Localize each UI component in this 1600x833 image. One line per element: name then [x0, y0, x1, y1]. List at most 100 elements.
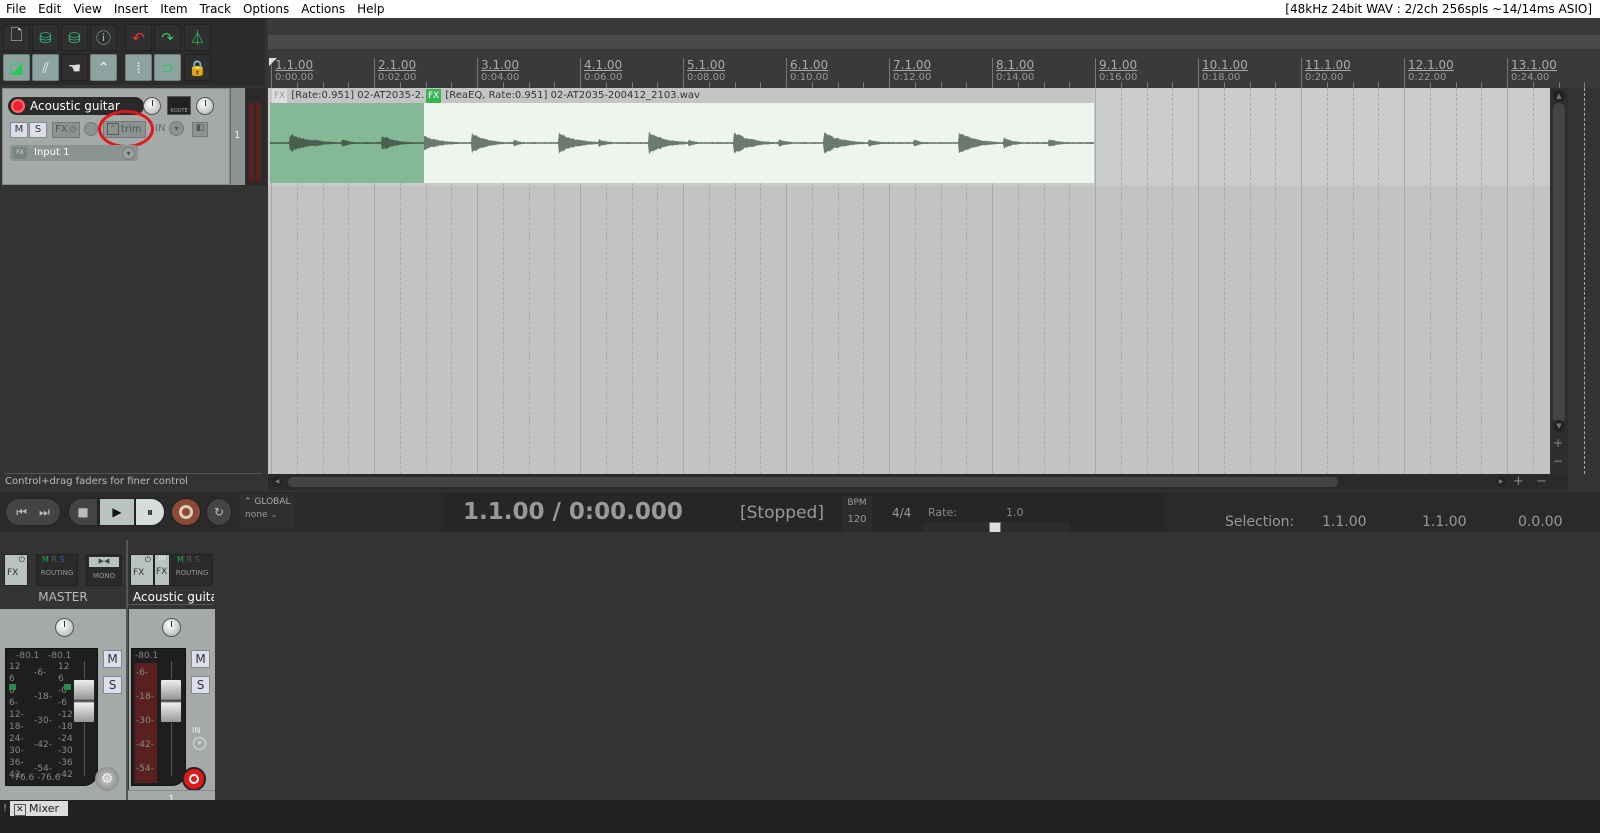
master-fx-button[interactable]: ⏻ FX — [4, 554, 28, 586]
settings-gear-icon[interactable]: ⚙ — [95, 767, 119, 791]
menu-insert[interactable]: Insert — [108, 0, 154, 18]
lock-toggle[interactable]: 🔒 — [184, 54, 211, 81]
route-button[interactable]: ROUTE — [167, 96, 191, 115]
save-project-button[interactable]: ⛁ — [61, 24, 88, 51]
menu-edit[interactable]: Edit — [32, 0, 67, 18]
region-lane[interactable] — [268, 35, 1600, 49]
input-fx-icon[interactable]: FX — [13, 147, 27, 159]
time-signature[interactable]: 4/4 — [892, 506, 911, 520]
project-settings-button[interactable]: ⓘ — [90, 24, 117, 51]
zoom-out-vertical-button[interactable]: − — [1553, 454, 1563, 468]
envelope-points-toggle[interactable]: ⌃ — [90, 54, 117, 81]
menu-item[interactable]: Item — [154, 0, 193, 18]
open-project-button[interactable]: ⛁ — [32, 24, 59, 51]
track-mute-button[interactable]: M — [191, 650, 210, 668]
menu-actions[interactable]: Actions — [295, 0, 351, 18]
selection-length[interactable]: 0.0.00 — [1518, 514, 1563, 530]
bpm-display[interactable]: BPM 120 — [842, 496, 872, 532]
fx-button[interactable]: FX ⏻ — [52, 122, 80, 138]
record-button[interactable] — [171, 498, 201, 526]
phase-button[interactable] — [84, 122, 98, 136]
mixer-tab[interactable]: ✕ Mixer — [10, 801, 68, 816]
scroll-up-button[interactable]: ▲ — [1553, 90, 1565, 102]
item-fx-badge[interactable]: FX — [426, 89, 442, 103]
scroll-left-button[interactable]: ◀ — [272, 477, 282, 487]
undo-button[interactable]: ↶ — [125, 24, 152, 51]
zoom-in-horizontal-button[interactable]: + — [1513, 474, 1524, 489]
metronome-button[interactable]: ⏃ — [184, 24, 211, 51]
zoom-in-vertical-button[interactable]: + — [1553, 436, 1563, 450]
ripple-edit-toggle[interactable]: ⫽ — [32, 54, 59, 81]
ruler-time-label: 0:16.00 — [1099, 72, 1138, 83]
go-to-end-icon[interactable]: ⏭ — [39, 505, 50, 520]
horizontal-scroll-thumb[interactable] — [288, 477, 1338, 487]
input-monitor-dropdown[interactable]: ▾ — [193, 737, 206, 750]
auto-crossfade-toggle[interactable]: ◪ — [3, 54, 30, 81]
menu-file[interactable]: File — [0, 0, 32, 18]
track-solo-button[interactable]: S — [191, 676, 210, 694]
new-project-button[interactable]: 🗋 — [3, 24, 30, 51]
edit-cursor-marker[interactable] — [269, 58, 277, 66]
menu-options[interactable]: Options — [237, 0, 295, 18]
repeat-button[interactable]: ↻ — [206, 498, 232, 526]
input-selector[interactable]: Input 1 — [10, 145, 138, 161]
scroll-down-button[interactable]: ▼ — [1553, 420, 1565, 432]
master-track-name[interactable]: MASTER — [0, 590, 126, 604]
master-volume-fader[interactable] — [73, 679, 95, 723]
meter-scale-label: -6 — [58, 698, 67, 708]
selection-start[interactable]: 1.1.00 — [1322, 514, 1367, 530]
horizontal-scrollbar[interactable]: ◀ ▶ + − — [268, 474, 1568, 490]
play-button[interactable]: ▶ — [99, 498, 135, 526]
automation-mode-selector[interactable]: ⌃ GLOBAL none ⌄ — [240, 494, 295, 528]
selection-end[interactable]: 1.1.00 — [1422, 514, 1467, 530]
item-grouping-toggle[interactable]: ☚ — [61, 54, 88, 81]
master-routing-button[interactable]: M R S ROUTING — [36, 554, 78, 586]
menu-track[interactable]: Track — [194, 0, 237, 18]
timeline-ruler[interactable]: 1.1.00 0:00.00 2.1.00 0:02.00 3.1.00 0:04.0… — [268, 18, 1600, 88]
master-peak-left[interactable]: -80.1 — [16, 651, 39, 661]
audio-device-status[interactable]: [48kHz 24bit WAV : 2/2ch 256spls ~14/14m… — [1285, 0, 1592, 18]
stop-button[interactable]: ■ — [68, 498, 98, 526]
menu-help[interactable]: Help — [351, 0, 390, 18]
mono-button[interactable]: ▶◀ MONO — [86, 554, 122, 586]
volume-knob[interactable] — [143, 97, 161, 115]
loop-toggle[interactable]: ⊃ — [154, 54, 181, 81]
track-peak[interactable]: -80.1 — [135, 651, 158, 661]
track-record-arm-button[interactable] — [182, 767, 206, 791]
redo-button[interactable]: ↷ — [154, 24, 181, 51]
track-volume-fader[interactable] — [160, 679, 182, 723]
track-routing-button[interactable]: M R S ROUTING — [171, 554, 213, 586]
position-display[interactable]: 1.1.00 / 0:00.000 — [463, 499, 683, 525]
pause-button[interactable]: ⏸ — [135, 498, 165, 526]
media-item[interactable]: FX [ReaEQ, Rate:0.951] 02-AT2035-200412_2… — [424, 88, 1094, 184]
close-icon[interactable]: ✕ — [14, 804, 26, 816]
record-arm-button[interactable] — [11, 99, 25, 113]
snap-grid-toggle[interactable]: ⦙ — [125, 54, 152, 81]
ruler-marker: 8.1.00 0:14.00 — [992, 58, 1034, 88]
input-monitor-dropdown[interactable]: ▾ — [169, 121, 184, 136]
input-dropdown-chevron-icon[interactable]: ▾ — [122, 147, 135, 160]
track-strip-name[interactable]: Acoustic guita — [130, 590, 214, 604]
track-fx-button[interactable]: ⏻ FX — [130, 554, 154, 586]
item-fx-badge[interactable]: FX — [272, 89, 288, 103]
scroll-right-button[interactable]: ▶ — [1496, 477, 1506, 487]
pan-knob[interactable] — [196, 97, 214, 115]
track-number-column[interactable]: 1 — [230, 88, 245, 185]
master-peak-right[interactable]: -80.1 — [48, 651, 71, 661]
input-fx-button[interactable]: IN FX — [154, 554, 170, 586]
master-solo-button[interactable]: S — [103, 676, 122, 694]
mute-button[interactable]: M — [10, 122, 28, 138]
docker-menu-icon[interactable]: ! — [3, 803, 7, 814]
io-button[interactable]: ◧ — [192, 122, 208, 137]
vertical-scroll-thumb[interactable] — [1553, 103, 1565, 423]
rate-slider[interactable] — [923, 522, 1070, 534]
go-to-start-icon[interactable]: ⏮ — [16, 505, 27, 520]
vertical-scrollbar[interactable]: ▲ ▼ + − — [1550, 88, 1568, 474]
zoom-out-horizontal-button[interactable]: − — [1536, 474, 1547, 489]
menu-view[interactable]: View — [67, 0, 107, 18]
media-item[interactable]: FX [Rate:0.951] 02-AT2035-2... — [270, 88, 424, 184]
solo-button[interactable]: S — [29, 122, 47, 138]
master-mute-button[interactable]: M — [103, 650, 122, 668]
track-pan-knob[interactable] — [162, 618, 181, 637]
master-pan-knob[interactable] — [55, 618, 74, 637]
